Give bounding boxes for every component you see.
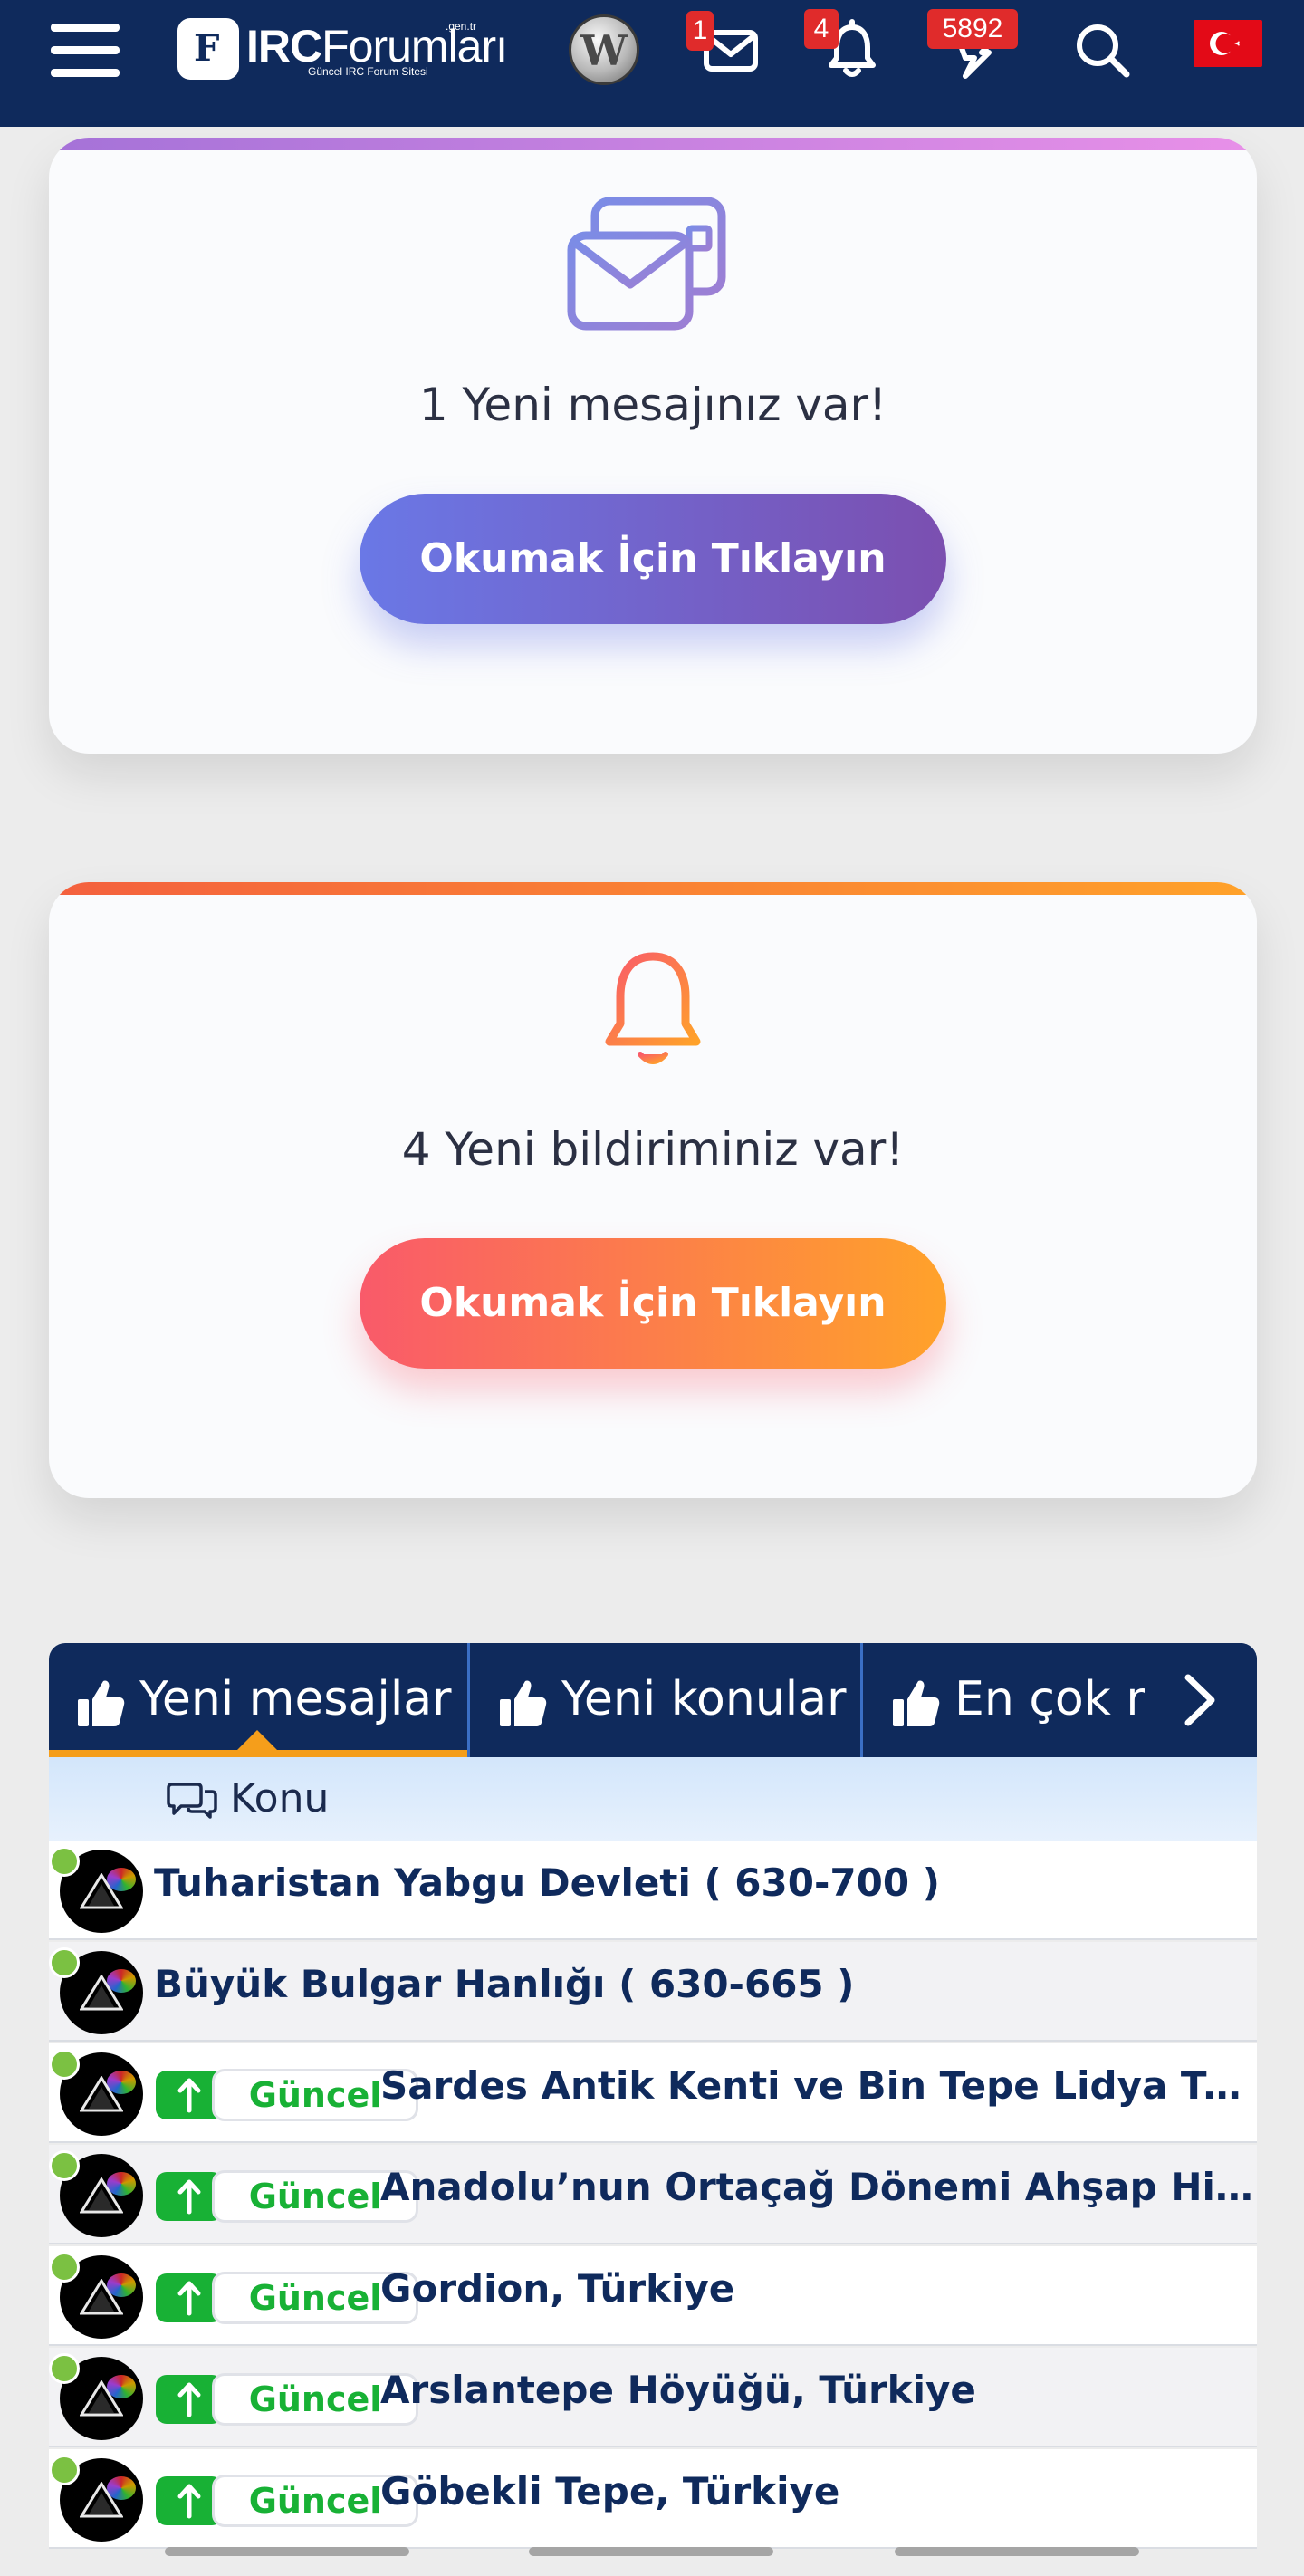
chat-bubbles-icon <box>167 1783 217 1819</box>
unread-indicator <box>49 1846 80 1877</box>
thread-title[interactable]: Tuharistan Yabgu Devleti ( 630-700 ) <box>154 1860 1239 1905</box>
tab-divider <box>467 1643 470 1757</box>
card-accent-bar <box>49 138 1257 150</box>
tab-new-posts-label: Yeni mesajlar <box>139 1672 452 1726</box>
logo-domain: .gen.tr <box>446 20 477 33</box>
messages-count-badge: 1 <box>686 11 714 51</box>
search-button[interactable] <box>1070 18 1134 82</box>
tab-most-posts[interactable]: En çok mesaj <box>864 1643 1145 1757</box>
logo-mark: F <box>177 18 239 80</box>
hamburger-menu-icon[interactable] <box>51 24 120 78</box>
thumbs-up-icon <box>500 1680 547 1726</box>
new-messages-card: 1 Yeni mesajınız var! Okumak İçin Tıklay… <box>49 138 1257 754</box>
read-messages-button[interactable]: Okumak İçin Tıklayın <box>360 494 946 624</box>
user-avatar[interactable]: W <box>569 14 639 85</box>
thread-row[interactable]: Büyük Bulgar Hanlığı ( 630-665 ) <box>49 1942 1257 2042</box>
thread-list-header: Konu <box>49 1757 1257 1841</box>
card-accent-bar <box>49 882 1257 895</box>
messages-button[interactable]: 1 <box>686 11 762 82</box>
tab-divider <box>860 1643 863 1757</box>
tab-active-caret <box>237 1730 277 1750</box>
tab-new-threads-label: Yeni konular <box>561 1672 847 1726</box>
search-icon <box>1077 24 1130 78</box>
tab-most-posts-label: En çok mesaj <box>954 1672 1145 1726</box>
tab-new-threads[interactable]: Yeni konular <box>471 1643 864 1757</box>
thread-title[interactable]: Gordion, Türkiye <box>380 2266 1253 2311</box>
unread-indicator <box>49 2049 80 2080</box>
scroll-handle <box>529 2547 773 2556</box>
thread-row[interactable]: Güncel Göbekli Tepe, Türkiye <box>49 2449 1257 2549</box>
new-notifications-text: 4 Yeni bildiriminiz var! <box>401 1123 905 1176</box>
notifications-bell-icon <box>605 939 701 1064</box>
thread-title[interactable]: Anadolu’nun Ortaçağ Dönemi Ahşap Hiposti… <box>380 2165 1253 2209</box>
read-notifications-button[interactable]: Okumak İçin Tıklayın <box>360 1238 946 1369</box>
unread-indicator <box>49 1947 80 1978</box>
top-navigation-bar: F IRCForumları .gen.tr Güncel IRC Forum … <box>0 0 1304 127</box>
thumbs-up-icon <box>78 1680 125 1726</box>
thread-title[interactable]: Arslantepe Höyüğü, Türkiye <box>380 2368 1253 2412</box>
thread-row[interactable]: Güncel Sardes Antik Kenti ve Bin Tepe Lid… <box>49 2043 1257 2143</box>
thread-title[interactable]: Göbekli Tepe, Türkiye <box>380 2469 1253 2514</box>
new-messages-text: 1 Yeni mesajınız var! <box>418 379 887 431</box>
unread-indicator <box>49 2353 80 2384</box>
thumbs-up-icon <box>893 1680 940 1726</box>
notifications-count-badge: 4 <box>804 9 839 49</box>
thread-column-label: Konu <box>230 1775 330 1821</box>
thread-row[interactable]: Güncel Arslantepe Höyüğü, Türkiye <box>49 2348 1257 2447</box>
site-logo[interactable]: F IRCForumları .gen.tr Güncel IRC Forum … <box>177 18 508 80</box>
thread-row[interactable]: Güncel Anadolu’nun Ortaçağ Dönemi Ahşap H… <box>49 2145 1257 2244</box>
unread-indicator <box>49 2455 80 2485</box>
chevron-right-icon[interactable] <box>1172 1670 1226 1730</box>
user-avatar-letter: W <box>580 26 628 75</box>
scroll-handle <box>895 2547 1139 2556</box>
notifications-button[interactable]: 4 <box>804 9 884 82</box>
messages-envelope-icon <box>567 197 726 331</box>
tab-active-indicator <box>49 1750 467 1757</box>
latest-activity-tabs: Yeni mesajlar Yeni konular En çok mesaj <box>49 1643 1257 1757</box>
new-notifications-card: 4 Yeni bildiriminiz var! Okumak İçin Tık… <box>49 882 1257 1498</box>
unread-indicator <box>49 2252 80 2283</box>
logo-slogan: Güncel IRC Forum Sitesi <box>308 65 428 78</box>
thread-title[interactable]: Büyük Bulgar Hanlığı ( 630-665 ) <box>154 1962 1239 2006</box>
activity-button[interactable]: 5892 <box>927 9 1018 82</box>
thread-title[interactable]: Sardes Antik Kenti ve Bin Tepe Lidya Tüm… <box>380 2063 1253 2108</box>
thread-row[interactable]: Güncel Gordion, Türkiye <box>49 2246 1257 2346</box>
scroll-handle <box>165 2547 409 2556</box>
activity-count-badge: 5892 <box>927 9 1018 49</box>
language-flag-icon[interactable] <box>1194 20 1262 67</box>
thread-row[interactable]: Tuharistan Yabgu Devleti ( 630-700 ) <box>49 1841 1257 1940</box>
unread-indicator <box>49 2150 80 2181</box>
